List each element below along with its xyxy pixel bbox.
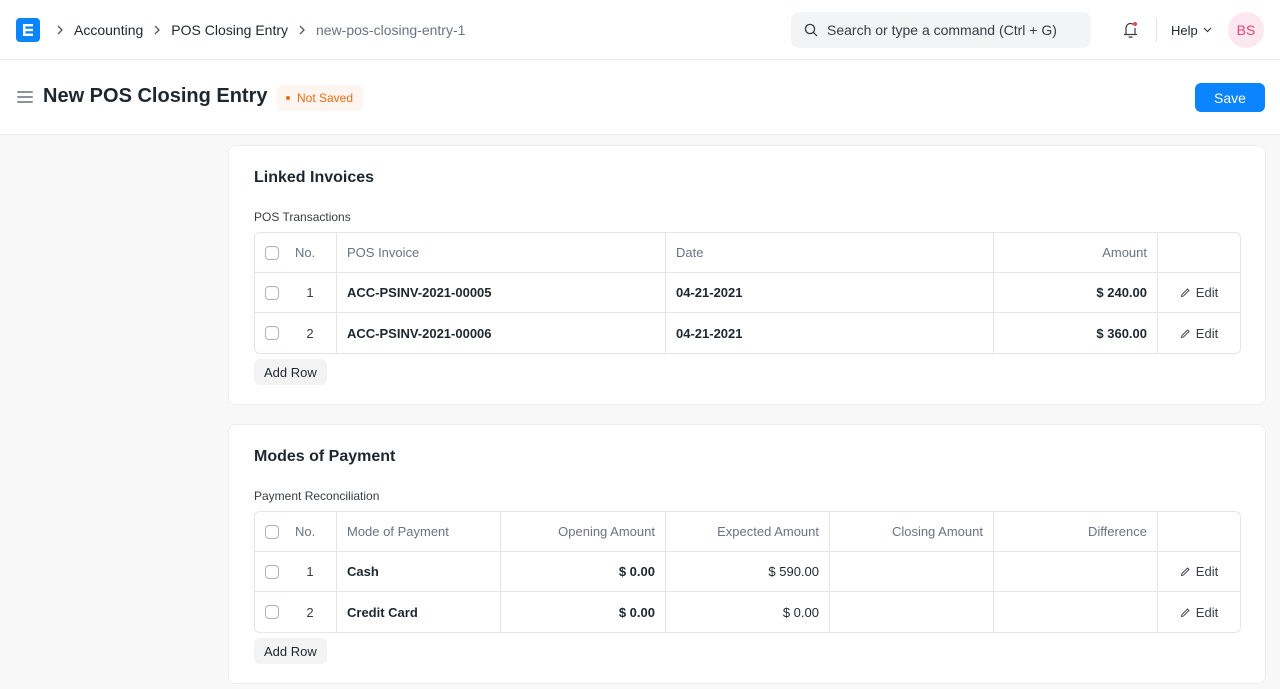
payment-reconciliation-table: No. Mode of Payment Opening Amount Expec… bbox=[254, 511, 1241, 633]
table-row[interactable]: 2 Credit Card $ 0.00 $ 0.00 Edit bbox=[255, 592, 1240, 632]
table-row[interactable]: 1 ACC-PSINV-2021-00005 04-21-2021 $ 240.… bbox=[255, 273, 1240, 313]
modes-of-payment-section: Modes of Payment Payment Reconciliation … bbox=[228, 424, 1266, 684]
page-header: New POS Closing Entry Not Saved Save bbox=[0, 61, 1280, 135]
pos-transactions-table: No. POS Invoice Date Amount 1 ACC-PSINV-… bbox=[254, 232, 1241, 354]
notification-dot bbox=[1133, 22, 1137, 26]
opening-amount-cell[interactable]: $ 0.00 bbox=[501, 552, 666, 591]
edit-row-button[interactable]: Edit bbox=[1158, 592, 1240, 632]
difference-cell[interactable] bbox=[994, 552, 1158, 591]
chevron-right-icon bbox=[153, 25, 161, 35]
edit-label: Edit bbox=[1195, 604, 1219, 620]
logo-e-icon bbox=[23, 24, 33, 36]
search-input[interactable]: Search or type a command (Ctrl + G) bbox=[791, 12, 1091, 48]
expected-amount-cell[interactable]: $ 0.00 bbox=[666, 592, 830, 632]
breadcrumb-current[interactable]: new-pos-closing-entry-1 bbox=[316, 22, 465, 38]
add-row-button[interactable]: Add Row bbox=[254, 638, 327, 664]
linked-invoices-section: Linked Invoices POS Transactions No. POS… bbox=[228, 145, 1266, 405]
mode-of-payment-cell[interactable]: Credit Card bbox=[337, 592, 501, 632]
date-cell[interactable]: 04-21-2021 bbox=[666, 313, 994, 353]
add-row-button[interactable]: Add Row bbox=[254, 359, 327, 385]
pos-invoice-cell[interactable]: ACC-PSINV-2021-00006 bbox=[337, 313, 666, 353]
edit-label: Edit bbox=[1195, 325, 1219, 341]
closing-amount-cell[interactable] bbox=[830, 552, 994, 591]
breadcrumb: Accounting POS Closing Entry new-pos-clo… bbox=[52, 20, 465, 40]
row-checkbox[interactable] bbox=[265, 326, 279, 340]
chevron-right-icon bbox=[298, 25, 306, 35]
notification-bell-icon[interactable] bbox=[1122, 20, 1140, 40]
select-all-checkbox[interactable] bbox=[265, 524, 279, 539]
row-number: 2 bbox=[306, 325, 314, 341]
table-label: Payment Reconciliation bbox=[254, 489, 380, 503]
status-badge-label: Not Saved bbox=[297, 91, 354, 105]
select-all-checkbox[interactable] bbox=[265, 245, 279, 260]
row-checkbox[interactable] bbox=[265, 605, 279, 619]
navbar: Accounting POS Closing Entry new-pos-clo… bbox=[0, 0, 1280, 60]
column-header-difference: Difference bbox=[994, 512, 1158, 551]
edit-row-button[interactable]: Edit bbox=[1158, 313, 1240, 353]
search-placeholder: Search or type a command (Ctrl + G) bbox=[827, 22, 1057, 38]
edit-label: Edit bbox=[1195, 285, 1219, 300]
table-header: No. Mode of Payment Opening Amount Expec… bbox=[255, 512, 1240, 552]
column-header-no: No. bbox=[295, 245, 316, 260]
help-label: Help bbox=[1171, 22, 1198, 38]
column-header-amount: Amount bbox=[994, 233, 1158, 272]
avatar[interactable]: BS bbox=[1228, 12, 1264, 48]
pos-invoice-cell[interactable]: ACC-PSINV-2021-00005 bbox=[337, 273, 666, 312]
column-header-opening-amount: Opening Amount bbox=[501, 512, 666, 551]
edit-row-button[interactable]: Edit bbox=[1158, 273, 1240, 312]
expected-amount-cell[interactable]: $ 590.00 bbox=[666, 552, 830, 591]
column-header-mode-of-payment: Mode of Payment bbox=[337, 512, 501, 551]
table-header: No. POS Invoice Date Amount bbox=[255, 233, 1240, 273]
difference-cell[interactable] bbox=[994, 592, 1158, 632]
edit-label: Edit bbox=[1195, 564, 1219, 579]
date-cell[interactable]: 04-21-2021 bbox=[666, 273, 994, 312]
breadcrumb-pos-closing-entry[interactable]: POS Closing Entry bbox=[171, 22, 288, 38]
section-title: Linked Invoices bbox=[254, 169, 375, 186]
column-header-closing-amount: Closing Amount bbox=[830, 512, 994, 551]
pencil-icon bbox=[1180, 328, 1190, 338]
status-dot-icon bbox=[286, 96, 290, 100]
help-dropdown[interactable]: Help bbox=[1171, 20, 1212, 40]
table-row[interactable]: 2 ACC-PSINV-2021-00006 04-21-2021 $ 360.… bbox=[255, 313, 1240, 353]
sidebar-toggle-icon[interactable] bbox=[17, 91, 33, 103]
page-title: New POS Closing Entry bbox=[43, 85, 268, 107]
breadcrumb-accounting[interactable]: Accounting bbox=[74, 22, 143, 38]
pencil-icon bbox=[1180, 607, 1190, 617]
section-title: Modes of Payment bbox=[254, 448, 396, 465]
table-row[interactable]: 1 Cash $ 0.00 $ 590.00 Edit bbox=[255, 552, 1240, 592]
search-icon bbox=[804, 23, 818, 37]
column-header-pos-invoice: POS Invoice bbox=[337, 233, 666, 272]
column-header-expected-amount: Expected Amount bbox=[666, 512, 830, 551]
opening-amount-cell[interactable]: $ 0.00 bbox=[501, 592, 666, 632]
amount-cell[interactable]: $ 240.00 bbox=[994, 273, 1158, 312]
row-checkbox[interactable] bbox=[265, 564, 279, 579]
nav-divider bbox=[1156, 18, 1157, 42]
edit-row-button[interactable]: Edit bbox=[1158, 552, 1240, 591]
mode-of-payment-cell[interactable]: Cash bbox=[337, 552, 501, 591]
row-number: 1 bbox=[306, 285, 314, 300]
row-checkbox[interactable] bbox=[265, 285, 279, 300]
pencil-icon bbox=[1180, 567, 1190, 577]
chevron-right-icon bbox=[56, 25, 64, 35]
amount-cell[interactable]: $ 360.00 bbox=[994, 313, 1158, 353]
closing-amount-cell[interactable] bbox=[830, 592, 994, 632]
status-badge: Not Saved bbox=[277, 85, 364, 111]
column-header-date: Date bbox=[666, 233, 994, 272]
table-label: POS Transactions bbox=[254, 210, 351, 224]
chevron-down-icon bbox=[1203, 27, 1212, 33]
app-logo[interactable] bbox=[16, 18, 40, 42]
save-button[interactable]: Save bbox=[1195, 83, 1265, 112]
column-header-no: No. bbox=[295, 524, 316, 539]
row-number: 1 bbox=[306, 564, 314, 579]
pencil-icon bbox=[1180, 288, 1190, 298]
row-number: 2 bbox=[306, 604, 314, 620]
